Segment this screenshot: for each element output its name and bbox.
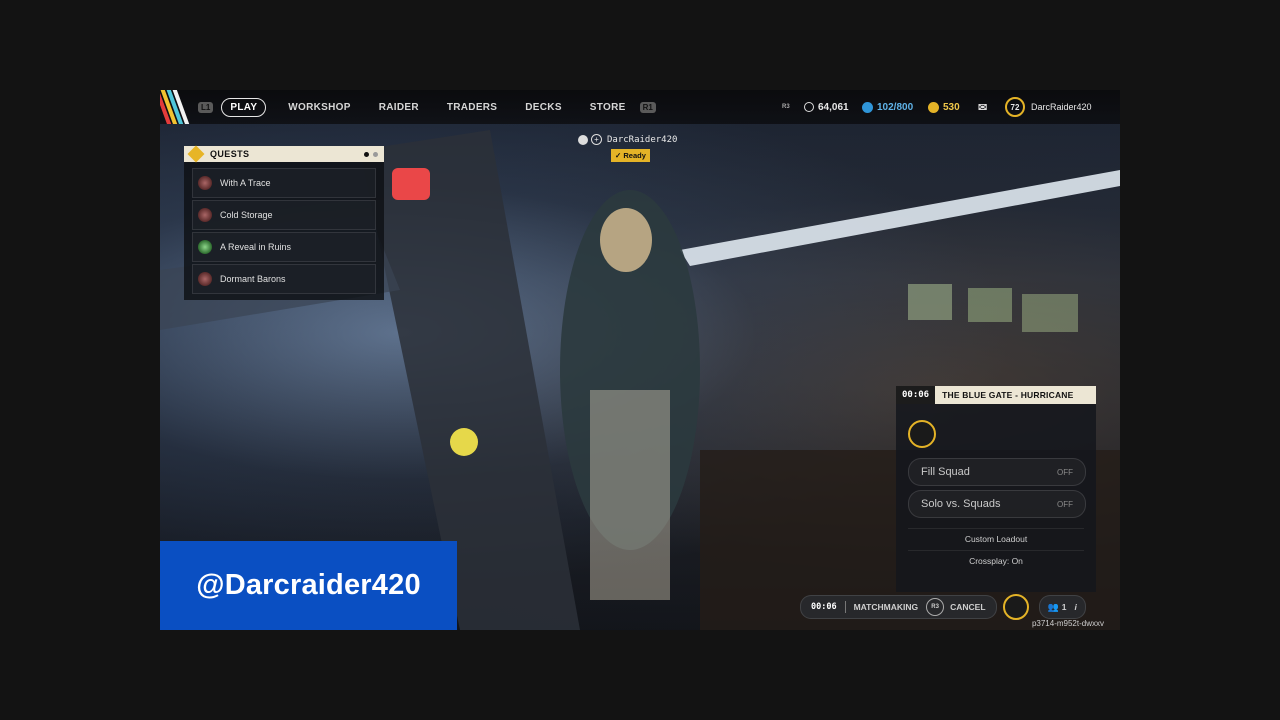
mail-button[interactable]: ✉: [978, 90, 987, 124]
raider-face-icon: [198, 272, 212, 286]
player-profile[interactable]: 72 DarcRaider420: [1005, 90, 1092, 124]
ready-badge: ✓ Ready: [611, 149, 650, 162]
fill-squad-label: Fill Squad: [921, 466, 970, 478]
quests-header[interactable]: QUESTS: [184, 145, 384, 163]
quest-label: With A Trace: [220, 178, 271, 188]
cancel-button[interactable]: CANCEL: [950, 602, 985, 612]
coins-display[interactable]: 64,061: [804, 90, 849, 124]
match-options: Fill Squad OFF Solo vs. Squads OFF Custo…: [896, 404, 1096, 592]
mail-icon: ✉: [978, 101, 988, 114]
r1-hint-icon: R1: [639, 101, 656, 113]
matchmaking-panel: 00:06 THE BLUE GATE - HURRICANE Fill Squ…: [896, 386, 1096, 592]
quest-label: Dormant Barons: [220, 274, 286, 284]
r3-button-icon: R3: [926, 598, 945, 616]
tab-store[interactable]: STORE: [590, 102, 626, 113]
creds-value: 102/800: [877, 101, 914, 113]
fill-squad-toggle[interactable]: Fill Squad OFF: [908, 458, 1086, 486]
creds-display[interactable]: 102/800: [862, 90, 913, 124]
page-dot-active: [364, 151, 369, 157]
token-icon: [928, 101, 939, 113]
squad-emblem-icon: [1002, 594, 1029, 620]
player-nameplate: + DarcRaider420 ✓ Ready: [578, 134, 677, 163]
tab-traders[interactable]: TRADERS: [447, 102, 497, 113]
quests-list: With A Trace Cold Storage A Reveal in Ru…: [184, 162, 384, 300]
streamer-watermark: @Darcraider420: [160, 541, 457, 630]
quest-diamond-icon: [187, 145, 205, 163]
quest-label: A Reveal in Ruins: [220, 242, 292, 252]
r3-hint-label: R3: [782, 104, 790, 110]
matchmaking-timer: 00:06: [811, 602, 837, 612]
watermark-text: @Darcraider420: [196, 569, 421, 601]
divider: [844, 601, 846, 613]
main-nav: L1 PLAY WORKSHOP RAIDER TRADERS DECKS ST…: [196, 90, 656, 124]
quest-item[interactable]: With A Trace: [192, 168, 376, 198]
squad-emblem-icon: [908, 420, 936, 448]
crossplay-setting[interactable]: Crossplay: On: [908, 550, 1084, 571]
creds-icon: [862, 101, 873, 113]
match-timer: 00:06: [896, 386, 936, 404]
session-code: p3714-m952t-dwxxv: [1031, 619, 1104, 628]
coins-value: 64,061: [818, 101, 849, 113]
r3-hint: R3: [782, 90, 790, 124]
raider-face-icon: [198, 208, 212, 222]
add-friend-icon[interactable]: +: [591, 134, 602, 145]
quests-panel: QUESTS With A Trace Cold Storage A Revea…: [184, 145, 384, 300]
profile-username: DarcRaider420: [1031, 102, 1092, 112]
map-name: THE BLUE GATE - HURRICANE: [942, 390, 1074, 400]
match-header: 00:06 THE BLUE GATE - HURRICANE: [896, 386, 1096, 404]
solo-vs-squads-toggle[interactable]: Solo vs. Squads OFF: [908, 490, 1086, 518]
top-navigation-bar: L1 PLAY WORKSHOP RAIDER TRADERS DECKS ST…: [160, 90, 1120, 124]
tab-decks[interactable]: DECKS: [525, 102, 562, 113]
page-dots: [364, 151, 378, 157]
tokens-display[interactable]: 530: [928, 90, 960, 124]
squad-icon: 👥: [1047, 601, 1059, 612]
custom-loadout-button[interactable]: Custom Loadout: [908, 528, 1084, 549]
matchmaking-status: 00:06 MATCHMAKING R3 CANCEL: [800, 595, 997, 619]
player-name: DarcRaider420: [607, 134, 678, 145]
info-icon[interactable]: i: [1075, 602, 1077, 612]
quest-item[interactable]: Cold Storage: [192, 200, 376, 230]
solo-vs-squads-value: OFF: [1057, 499, 1073, 509]
matchmaking-label: MATCHMAKING: [853, 602, 919, 612]
coin-icon: [804, 102, 814, 112]
quests-title: QUESTS: [210, 149, 250, 159]
page-dot: [373, 151, 378, 157]
tokens-value: 530: [943, 101, 960, 113]
tab-raider[interactable]: RAIDER: [379, 102, 419, 113]
quest-item[interactable]: Dormant Barons: [192, 264, 376, 294]
brand-stripes: [160, 90, 196, 124]
quest-item[interactable]: A Reveal in Ruins: [192, 232, 376, 262]
l1-hint-icon: L1: [198, 101, 214, 113]
map-marker-icon: [198, 240, 212, 254]
tab-play[interactable]: PLAY: [221, 97, 267, 117]
solo-vs-squads-label: Solo vs. Squads: [921, 498, 1001, 510]
crown-icon: [578, 134, 588, 145]
raider-face-icon: [198, 176, 212, 190]
matchmaking-bar: 00:06 MATCHMAKING R3 CANCEL 👥 1 i: [800, 594, 1086, 620]
squad-button[interactable]: 👥 1 i: [1038, 595, 1086, 619]
squad-count: 1: [1061, 602, 1067, 612]
ready-label: Ready: [623, 151, 646, 160]
quest-label: Cold Storage: [220, 210, 273, 220]
tab-workshop[interactable]: WORKSHOP: [288, 102, 350, 113]
fill-squad-value: OFF: [1057, 467, 1073, 477]
level-badge: 72: [1005, 97, 1025, 117]
